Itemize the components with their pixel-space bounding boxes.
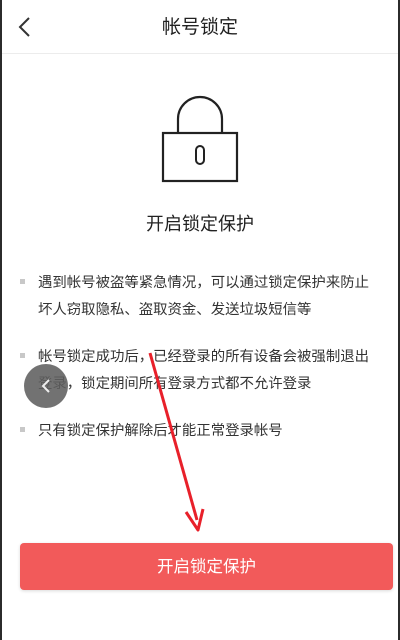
bullet-marker (20, 279, 25, 284)
floating-back-button[interactable] (24, 364, 68, 408)
section-heading: 开启锁定保护 (146, 214, 254, 235)
info-list: 遇到帐号被盗等紧急情况，可以通过锁定保护来防止 坏人窃取隐私、盗取资金、发送垃圾… (20, 270, 392, 465)
list-item-text: 遇到帐号被盗等紧急情况，可以通过锁定保护来防止 坏人窃取隐私、盗取资金、发送垃圾… (38, 275, 369, 318)
list-item-text: 只有锁定保护解除后才能正常登录帐号 (38, 423, 283, 439)
list-item: 帐号锁定成功后，已经登录的所有设备会被强制退出 登录，锁定期间所有登录方式都不允… (20, 344, 392, 398)
list-item: 只有锁定保护解除后才能正常登录帐号 (20, 418, 392, 445)
lock-settings-panel: 帐号锁定 开启锁定保护 遇到帐号被盗等紧急情况，可以通过锁定保护来防止 坏人窃取… (2, 0, 398, 640)
bullet-marker (20, 427, 25, 432)
lock-illustration (2, 95, 398, 185)
enable-lock-button[interactable]: 开启锁定保护 (20, 543, 393, 590)
chevron-left-icon (41, 379, 50, 393)
bullet-marker (20, 353, 25, 358)
page-title: 帐号锁定 (161, 16, 238, 38)
list-item: 遇到帐号被盗等紧急情况，可以通过锁定保护来防止 坏人窃取隐私、盗取资金、发送垃圾… (20, 270, 392, 324)
lock-icon (161, 95, 239, 183)
list-item-text: 帐号锁定成功后，已经登录的所有设备会被强制退出 登录，锁定期间所有登录方式都不允… (38, 349, 369, 392)
navigation-bar: 帐号锁定 (2, 0, 398, 54)
